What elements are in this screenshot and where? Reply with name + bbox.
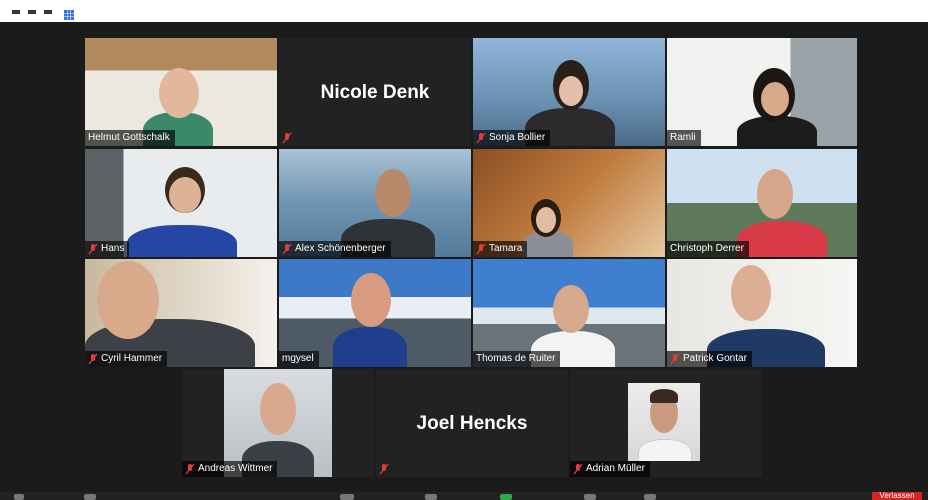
bottom-toolbar xyxy=(0,492,928,500)
minus-icon[interactable] xyxy=(28,10,36,14)
chat-icon[interactable] xyxy=(425,494,437,500)
participants-icon[interactable] xyxy=(340,494,354,500)
mic-muted-icon xyxy=(282,132,292,144)
mic-muted-icon xyxy=(88,243,98,255)
gallery-view: Helmut Gottschalk Nicole Denk Sonja Boll… xyxy=(0,22,928,492)
mic-muted-icon xyxy=(379,463,389,475)
participant-tile-adrian-muller[interactable]: Adrian Müller xyxy=(570,369,762,477)
mic-muted-icon xyxy=(476,243,486,255)
participant-tile-joel-hencks[interactable]: Joel Hencks xyxy=(376,369,568,477)
top-toolbar xyxy=(0,0,928,22)
reactions-icon[interactable] xyxy=(644,494,656,500)
participant-tile-thomas-de-ruiter[interactable]: Thomas de Ruiter xyxy=(473,259,665,367)
leave-button[interactable]: Verlassen xyxy=(872,492,922,500)
participant-display-name: Joel Hencks xyxy=(416,413,528,434)
mic-muted-icon xyxy=(670,353,680,365)
participant-tile-ramli[interactable]: Ramli xyxy=(667,38,857,146)
participant-name-label: Hans xyxy=(85,241,130,257)
mic-icon[interactable] xyxy=(14,494,24,500)
participant-tile-tamara[interactable]: Tamara xyxy=(473,149,665,257)
participant-name-label xyxy=(279,130,297,146)
mic-muted-icon xyxy=(573,463,583,475)
participant-name-label: Adrian Müller xyxy=(570,461,650,477)
participant-tile-andreas-wittmer[interactable]: Andreas Wittmer xyxy=(182,369,374,477)
profile-picture xyxy=(628,383,700,461)
minus-icon[interactable] xyxy=(44,10,52,14)
participant-tile-nicole-denk[interactable]: Nicole Denk xyxy=(279,38,471,146)
participant-name-label: Helmut Gottschalk xyxy=(85,130,175,146)
participant-name-label: Patrick Gontar xyxy=(667,351,752,367)
participant-name-label: Ramli xyxy=(667,130,701,146)
participant-display-name: Nicole Denk xyxy=(320,82,430,103)
camera-icon[interactable] xyxy=(84,494,96,500)
participant-tile-christoph-derrer[interactable]: Christoph Derrer xyxy=(667,149,857,257)
minus-icon[interactable] xyxy=(12,10,20,14)
mic-muted-icon xyxy=(185,463,195,475)
participant-tile-mgysel[interactable]: mgysel xyxy=(279,259,471,367)
participant-name-label: Tamara xyxy=(473,241,528,257)
participant-name-label: Christoph Derrer xyxy=(667,241,749,257)
participant-name-label: Sonja Bollier xyxy=(473,130,551,146)
participant-name-label: Cyril Hammer xyxy=(85,351,168,367)
mic-muted-icon xyxy=(88,353,98,365)
participant-tile-patrick-gontar[interactable]: Patrick Gontar xyxy=(667,259,857,367)
participant-tile-helmut-gottschalk[interactable]: Helmut Gottschalk xyxy=(85,38,277,146)
mic-muted-icon xyxy=(282,243,292,255)
participant-name-label: Alex Schönenberger xyxy=(279,241,391,257)
participant-tile-sonja-bollier[interactable]: Sonja Bollier xyxy=(473,38,665,146)
participant-tile-hans[interactable]: Hans xyxy=(85,149,277,257)
participant-tile-cyril-hammer[interactable]: Cyril Hammer xyxy=(85,259,277,367)
record-icon[interactable] xyxy=(584,494,596,500)
participant-name-label xyxy=(376,461,394,477)
mic-muted-icon xyxy=(476,132,486,144)
participant-name-label: Andreas Wittmer xyxy=(182,461,278,477)
participant-name-label: Thomas de Ruiter xyxy=(473,351,561,367)
participant-tile-alex-schonenberger[interactable]: Alex Schönenberger xyxy=(279,149,471,257)
share-screen-icon[interactable] xyxy=(500,494,512,500)
participant-name-label: mgysel xyxy=(279,351,319,367)
